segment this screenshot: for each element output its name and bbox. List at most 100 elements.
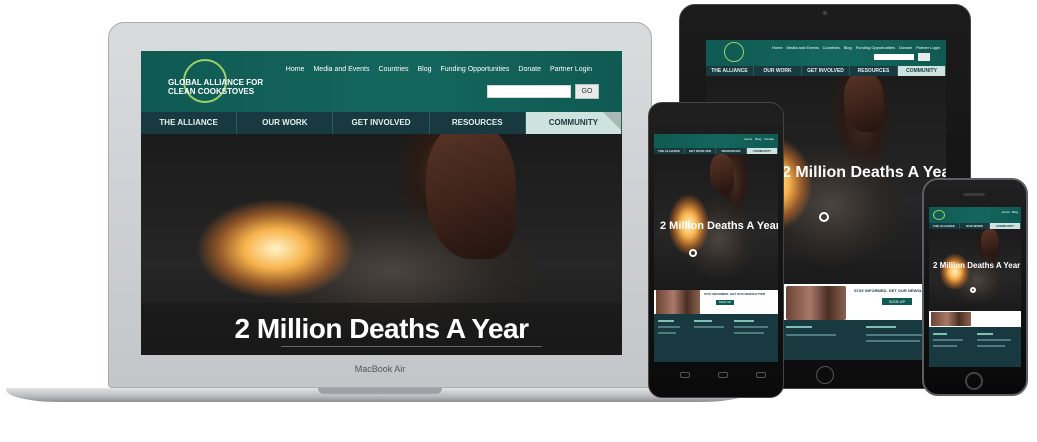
nav-our-work[interactable]: OUR WORK (237, 112, 334, 134)
tablet-top-nav-countries[interactable]: Countries (823, 45, 840, 50)
tablet-search-go-button[interactable] (918, 53, 930, 61)
phone-screen: Home Blog Donate THE ALLIANCE GET INVOLV… (654, 134, 778, 362)
phone-site-header: Home Blog Donate (654, 134, 778, 148)
carousel-ring-icon[interactable] (819, 212, 829, 222)
phone-footer-heading (734, 320, 754, 322)
nav-resources[interactable]: RESOURCES (430, 112, 526, 134)
tablet-nav-get-involved[interactable]: GET INVOLVED (802, 66, 850, 76)
tablet-footer-link[interactable] (866, 340, 920, 342)
laptop-notch (318, 388, 442, 394)
corner-fold-icon (603, 112, 622, 130)
iphone-footer (929, 327, 1021, 367)
iphone-footer-heading (933, 333, 947, 335)
home-button-icon[interactable] (718, 372, 728, 378)
iphone-footer-link[interactable] (977, 339, 1011, 341)
phone-footer-link[interactable] (734, 326, 768, 328)
tablet-nav-community[interactable]: COMMUNITY (898, 66, 946, 76)
tablet-search-input[interactable] (874, 54, 914, 60)
logo-line-1: GLOBAL ALLIANCE FOR (168, 78, 264, 87)
main-nav: THE ALLIANCE OUR WORK GET INVOLVED RESOU… (141, 112, 622, 134)
hero-caption-band: 2 Million Deaths A Year (141, 303, 622, 355)
nav-community[interactable]: COMMUNITY (525, 112, 622, 134)
iphone-footer-link[interactable] (933, 339, 963, 341)
tablet-site-header: Home Media and Events Countries Blog Fun… (706, 40, 946, 66)
iphone-footer-heading (977, 333, 993, 335)
menu-button-icon[interactable] (756, 372, 766, 378)
hero-title: 2 Million Deaths A Year (234, 313, 529, 344)
tablet-footer-link[interactable] (786, 334, 836, 336)
hero-hand-image (426, 134, 516, 259)
phone-footer-link[interactable] (734, 332, 764, 334)
phone-top-nav-donate[interactable]: Donate (764, 137, 774, 141)
tablet-nav-our-work[interactable]: OUR WORK (754, 66, 802, 76)
top-nav-countries[interactable]: Countries (379, 66, 409, 73)
tablet-top-nav-funding[interactable]: Funding Opportunities (856, 45, 895, 50)
top-nav-media-and-events[interactable]: Media and Events (313, 66, 369, 73)
iphone-footer-link[interactable] (977, 345, 1005, 347)
top-nav-blog[interactable]: Blog (417, 66, 431, 73)
tablet-kids-image (786, 286, 846, 320)
phone-footer-heading (658, 320, 674, 322)
tablet-hero-hand-image (844, 76, 884, 132)
tablet-main-nav: THE ALLIANCE OUR WORK GET INVOLVED RESOU… (706, 66, 946, 76)
tablet-nav-resources[interactable]: RESOURCES (850, 66, 898, 76)
logo-ring-icon[interactable] (933, 210, 945, 220)
top-nav-funding-opportunities[interactable]: Funding Opportunities (441, 66, 510, 73)
iphone-hero-title: 2 Million Deaths A Year (933, 261, 1021, 270)
phone-top-nav-home[interactable]: Home (744, 137, 752, 141)
logo-ring-icon (724, 42, 744, 62)
tablet-hero-title: 2 Million Deaths A Year (782, 164, 946, 181)
iphone-site-header: Home Blog (929, 207, 1021, 223)
top-nav-partner-login[interactable]: Partner Login (550, 66, 592, 73)
iphone-speaker (963, 193, 985, 196)
phone-footer-link[interactable] (658, 326, 680, 328)
tablet-top-nav-donate[interactable]: Donate (899, 45, 912, 50)
phone-newsletter-cta: STAY INFORMED. GET OUR NEWSLETTER (704, 292, 766, 296)
nav-community-label: COMMUNITY (548, 118, 599, 127)
phone-top-nav: Home Blog Donate (744, 137, 774, 141)
tablet-camera (823, 11, 827, 15)
phone-signup-button[interactable]: SIGN UP (716, 300, 734, 305)
iphone-top-nav-home[interactable]: Home (1002, 210, 1010, 214)
phone-footer-link[interactable] (694, 326, 724, 328)
phone-top-nav-blog[interactable]: Blog (755, 137, 761, 141)
iphone-hero-hand-image (981, 229, 999, 257)
tablet-footer-link[interactable] (866, 334, 926, 336)
iphone-footer-link[interactable] (933, 345, 957, 347)
iphone-top-nav: Home Blog (1002, 210, 1018, 214)
phone-footer (654, 314, 778, 362)
tablet-top-nav-home[interactable]: Home (772, 45, 783, 50)
tablet-nav-the-alliance[interactable]: THE ALLIANCE (706, 66, 754, 76)
logo-line-2: CLEAN COOKSTOVES (168, 87, 255, 96)
iphone-kids-image (931, 312, 971, 326)
site-logo[interactable]: GLOBAL ALLIANCE FOR CLEAN COOKSTOVES (168, 78, 268, 96)
carousel-ring-icon[interactable] (970, 287, 976, 293)
phone-hero-title: 2 Million Deaths A Year (660, 220, 778, 232)
top-nav-home[interactable]: Home (286, 66, 305, 73)
tablet-footer-heading (786, 326, 812, 328)
phone-footer-link[interactable] (658, 332, 676, 334)
iphone-screen: Home Blog THE ALLIANCE OUR WORK COMMUNIT… (929, 207, 1021, 367)
home-button-icon[interactable] (965, 372, 983, 390)
phone-kids-image (656, 290, 700, 314)
site-header: GLOBAL ALLIANCE FOR CLEAN COOKSTOVES Hom… (141, 51, 622, 112)
tablet-footer-heading (866, 326, 896, 328)
carousel-ring-icon[interactable] (689, 249, 697, 257)
tablet-signup-button[interactable]: SIGN UP (882, 298, 912, 305)
search-go-button[interactable]: GO (575, 84, 599, 99)
home-button-icon[interactable] (816, 366, 834, 384)
tablet-top-nav-blog[interactable]: Blog (844, 45, 852, 50)
iphone-hero-banner (929, 229, 1021, 311)
back-button-icon[interactable] (680, 372, 690, 378)
nav-the-alliance[interactable]: THE ALLIANCE (141, 112, 238, 134)
nav-get-involved[interactable]: GET INVOLVED (333, 112, 430, 134)
hero-divider (281, 346, 542, 347)
phone-hardware-buttons (680, 372, 766, 378)
phone-hero-hand-image (710, 154, 734, 194)
search-input[interactable] (487, 85, 571, 98)
iphone-top-nav-blog[interactable]: Blog (1012, 210, 1018, 214)
top-nav-donate[interactable]: Donate (518, 66, 541, 73)
tablet-top-nav-media[interactable]: Media and Events (787, 45, 819, 50)
laptop-brand-label: MacBook Air (354, 364, 406, 374)
tablet-top-nav-login[interactable]: Partner Login (916, 45, 940, 50)
